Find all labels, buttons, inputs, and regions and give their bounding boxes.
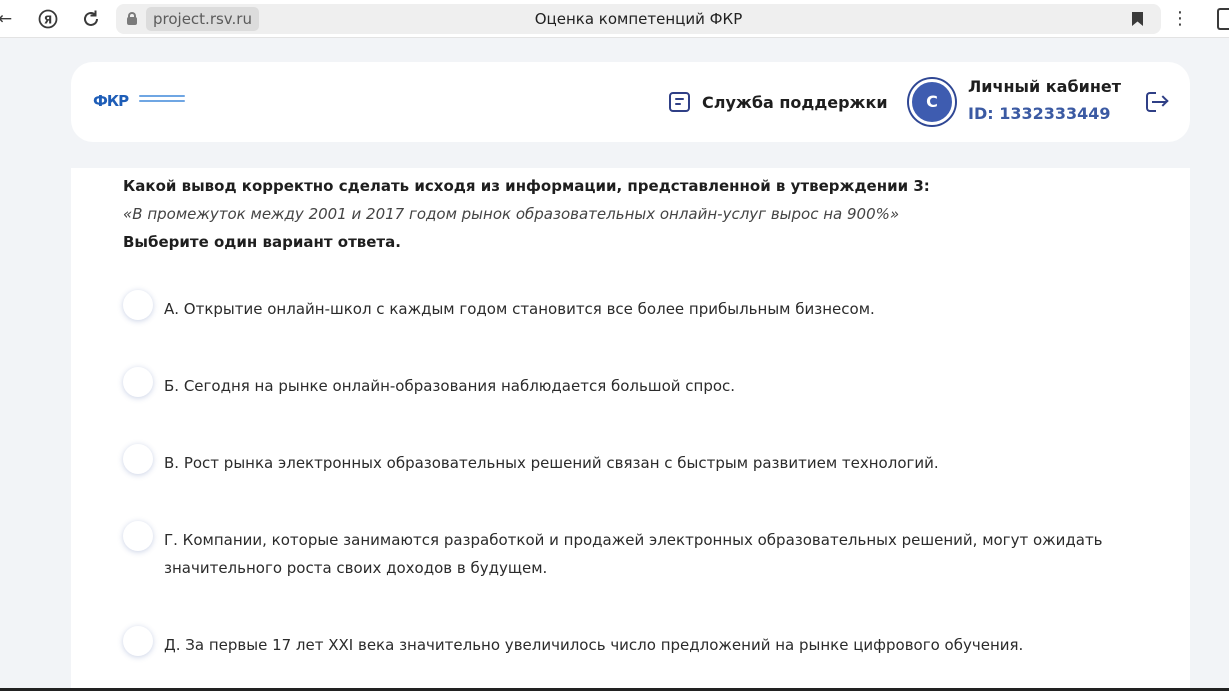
bookmark-icon[interactable]	[1132, 12, 1143, 26]
address-bar[interactable]: project.rsv.ru Оценка компетенций ФКР	[116, 4, 1161, 34]
logo-text: ФКР	[93, 92, 129, 110]
support-label: Служба поддержки	[702, 92, 888, 112]
back-arrow-icon[interactable]: ←	[0, 8, 16, 30]
question-instruction: Выберите один вариант ответа.	[123, 233, 401, 251]
option-label[interactable]: Г. Компании, которые занимаются разработ…	[164, 526, 1149, 582]
question-quote: «В промежуток между 2001 и 2017 годом ры…	[123, 205, 900, 223]
support-link[interactable]: Служба поддержки	[669, 90, 888, 114]
url-domain[interactable]: project.rsv.ru	[146, 7, 259, 31]
radio-button[interactable]	[123, 626, 153, 656]
reload-icon[interactable]	[80, 8, 102, 30]
option-label[interactable]: А. Открытие онлайн-школ с каждым годом с…	[164, 295, 1149, 323]
page-title: Оценка компетенций ФКР	[534, 10, 743, 28]
svg-text:Я: Я	[44, 14, 52, 27]
account-id: ID: 1332333449	[968, 104, 1111, 123]
radio-button[interactable]	[123, 444, 153, 474]
chat-icon	[669, 92, 690, 112]
radio-button[interactable]	[123, 290, 153, 320]
account-title[interactable]: Личный кабинет	[968, 77, 1121, 96]
option-label[interactable]: В. Рост рынка электронных образовательны…	[164, 449, 1149, 477]
option-label[interactable]: Б. Сегодня на рынке онлайн-образования н…	[164, 372, 1149, 400]
browser-toolbar: ← Я project.rsv.ru Оценка компетенций ФК…	[0, 0, 1229, 38]
yandex-icon[interactable]: Я	[37, 8, 59, 30]
radio-button[interactable]	[123, 367, 153, 397]
site-header: ФКР Служба поддержки С Личный кабинет ID…	[71, 62, 1190, 142]
lock-icon	[127, 12, 137, 25]
logo-tagline-graphic	[139, 95, 185, 105]
question-card: Какой вывод корректно сделать исходя из …	[71, 168, 1190, 691]
extension-icon[interactable]	[1217, 8, 1229, 30]
option-label[interactable]: Д. За первые 17 лет XXI века значительно…	[164, 631, 1149, 659]
avatar[interactable]: С	[909, 79, 955, 125]
question-title: Какой вывод корректно сделать исходя из …	[123, 177, 930, 195]
logout-icon[interactable]	[1146, 91, 1169, 113]
browser-menu-icon[interactable]: ⋮	[1170, 8, 1190, 30]
radio-button[interactable]	[123, 521, 153, 551]
